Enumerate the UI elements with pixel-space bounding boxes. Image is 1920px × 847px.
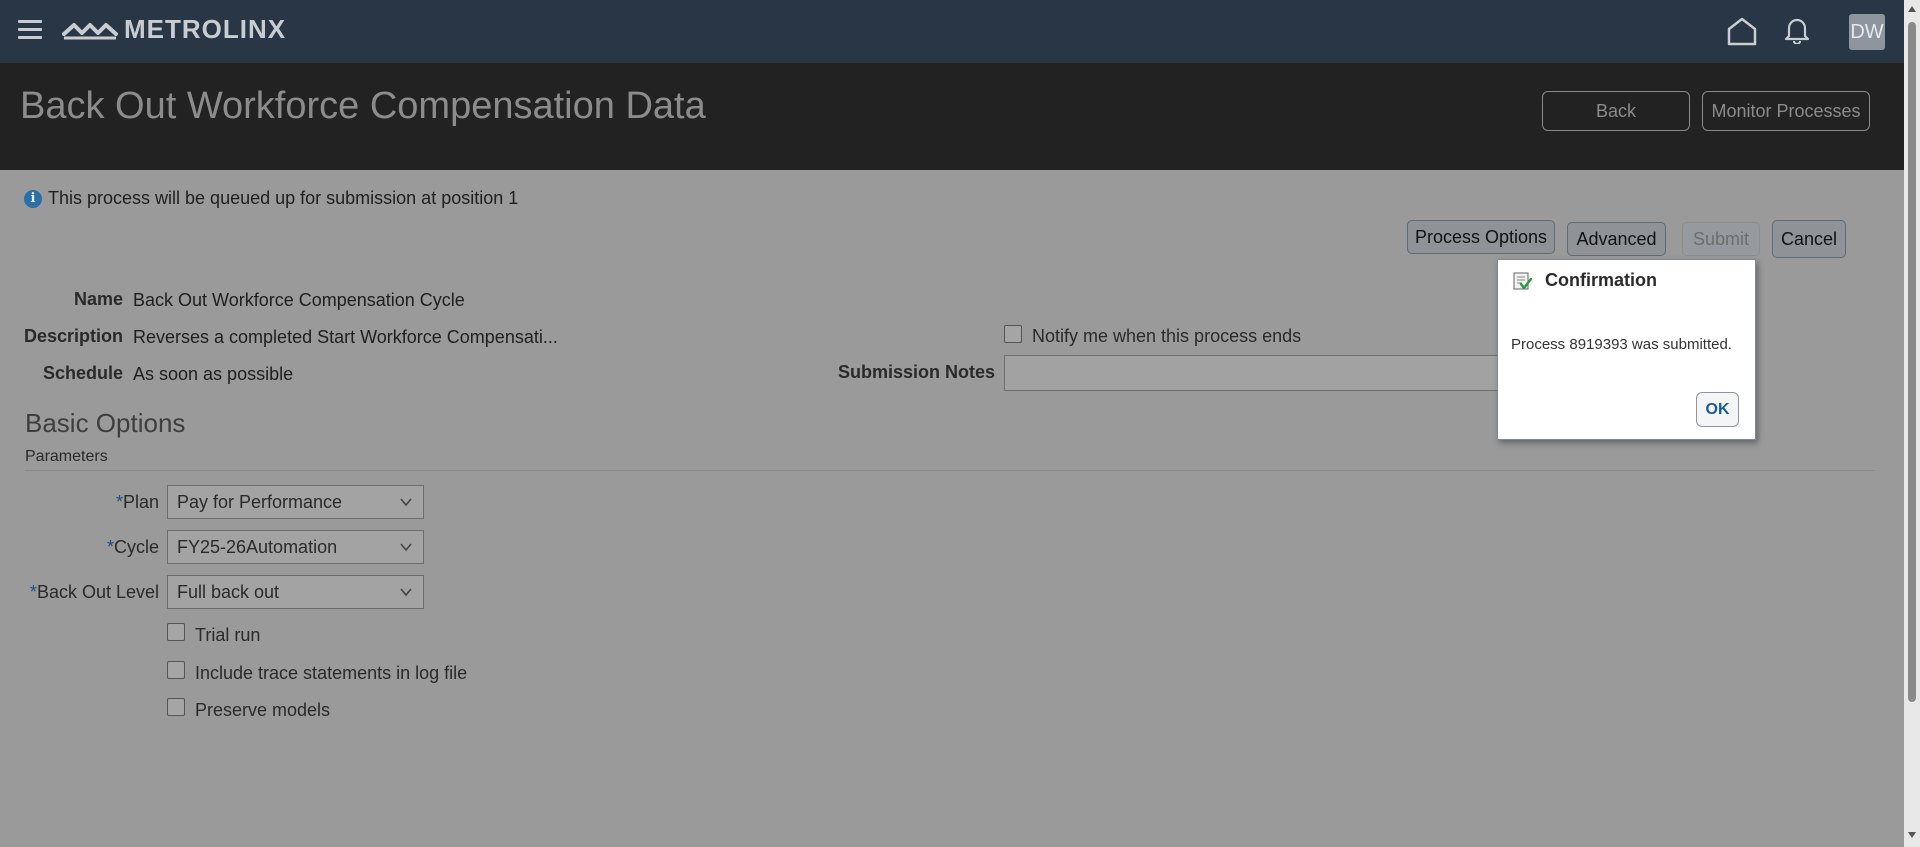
name-label: Name xyxy=(73,289,123,309)
metrolinx-logo-icon xyxy=(62,22,118,39)
preserve-models-label: Preserve models xyxy=(195,700,331,720)
logo-text: METROLINX xyxy=(124,14,287,44)
basic-options-heading: Basic Options xyxy=(25,408,186,438)
info-message: This process will be queued up for submi… xyxy=(48,188,519,208)
back-out-level-select-value: Full back out xyxy=(177,581,280,602)
plan-label-text: Plan xyxy=(122,492,159,512)
back-out-level-select[interactable]: Full back out xyxy=(167,575,424,609)
monitor-processes-button[interactable]: Monitor Processes xyxy=(1702,91,1870,131)
submission-notes-label: Submission Notes xyxy=(837,362,995,382)
plan-select[interactable]: Pay for Performance xyxy=(167,485,424,519)
info-banner: i This process will be queued up for sub… xyxy=(24,188,518,209)
chevron-down-icon xyxy=(400,543,412,552)
submission-notes-input[interactable] xyxy=(1004,355,1504,391)
trial-run-checkbox[interactable] xyxy=(167,623,185,641)
notify-checkbox[interactable] xyxy=(1004,325,1022,343)
chevron-down-icon xyxy=(400,498,412,507)
description-label: Description xyxy=(23,326,123,346)
cancel-button[interactable]: Cancel xyxy=(1772,220,1846,258)
info-icon: i xyxy=(24,189,42,208)
cycle-select[interactable]: FY25-26Automation xyxy=(167,530,424,564)
trace-statements-label: Include trace statements in log file xyxy=(195,663,468,683)
back-out-level-label: *Back Out Level xyxy=(20,582,159,603)
cycle-label: *Cycle xyxy=(20,537,159,558)
schedule-value: As soon as possible xyxy=(133,364,294,384)
dialog-message: Process 8919393 was submitted. xyxy=(1511,336,1732,353)
scroll-thumb[interactable] xyxy=(1908,22,1916,702)
vertical-scrollbar[interactable] xyxy=(1904,0,1920,847)
scroll-up-arrow-icon[interactable] xyxy=(1907,4,1917,14)
cycle-label-text: Cycle xyxy=(113,537,159,557)
dialog-title: Confirmation xyxy=(1545,270,1657,290)
advanced-button[interactable]: Advanced xyxy=(1567,222,1666,256)
plan-label: *Plan xyxy=(20,492,159,513)
back-button[interactable]: Back xyxy=(1542,91,1690,131)
top-navigation-bar: METROLINX DW xyxy=(0,0,1904,63)
home-icon[interactable] xyxy=(1726,16,1758,46)
plan-select-value: Pay for Performance xyxy=(177,491,343,512)
cycle-select-value: FY25-26Automation xyxy=(177,536,338,557)
bell-icon[interactable] xyxy=(1784,16,1810,44)
trace-statements-checkbox[interactable] xyxy=(167,661,185,679)
back-out-level-label-text: Back Out Level xyxy=(36,582,159,602)
required-marker: * xyxy=(29,582,37,602)
notify-label: Notify me when this process ends xyxy=(1032,326,1302,346)
trial-run-label: Trial run xyxy=(195,625,261,645)
submit-button[interactable]: Submit xyxy=(1682,222,1760,256)
page-title: Back Out Workforce Compensation Data xyxy=(20,85,706,127)
schedule-label: Schedule xyxy=(42,363,123,383)
section-divider xyxy=(25,470,1875,471)
chevron-down-icon xyxy=(400,588,412,597)
required-marker: * xyxy=(115,492,123,512)
page-header: Back Out Workforce Compensation Data Bac… xyxy=(0,63,1904,170)
required-marker: * xyxy=(106,537,114,557)
user-avatar[interactable]: DW xyxy=(1849,14,1885,50)
preserve-models-checkbox[interactable] xyxy=(167,698,185,716)
description-value: Reverses a completed Start Workforce Com… xyxy=(133,327,558,347)
ok-button[interactable]: OK xyxy=(1696,392,1739,427)
process-options-button[interactable]: Process Options xyxy=(1407,220,1555,254)
confirmation-dialog: Confirmation Process 8919393 was submitt… xyxy=(1497,259,1756,440)
parameters-heading: Parameters xyxy=(25,448,108,465)
confirmation-icon xyxy=(1513,272,1532,290)
scroll-down-arrow-icon[interactable] xyxy=(1907,830,1917,840)
name-value: Back Out Workforce Compensation Cycle xyxy=(133,290,465,310)
hamburger-menu-icon[interactable] xyxy=(18,20,42,40)
metrolinx-logo[interactable]: METROLINX xyxy=(62,14,286,45)
